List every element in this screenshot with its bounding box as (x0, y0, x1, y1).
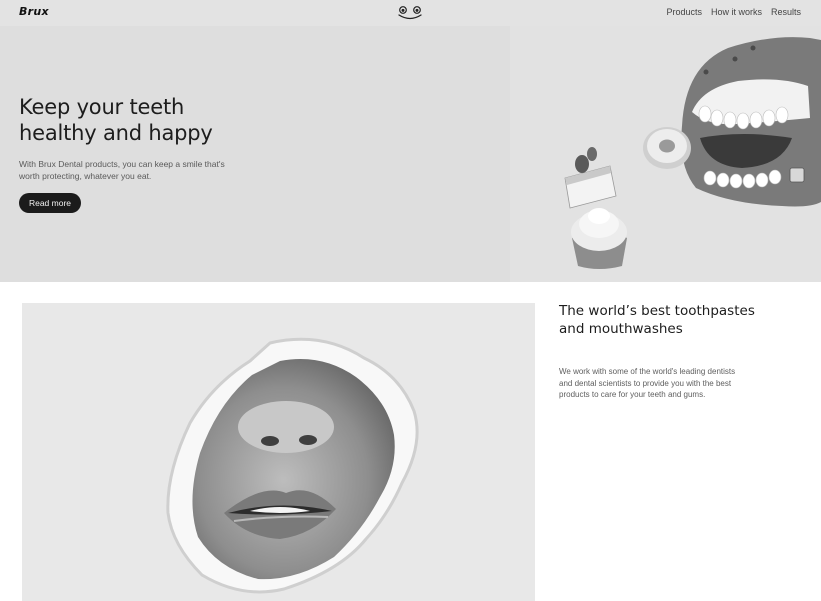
brand-logo[interactable]: Brux (19, 5, 49, 18)
read-more-button[interactable]: Read more (19, 193, 81, 213)
lips-through-torn-paper-photo (22, 303, 535, 601)
hero-image (510, 26, 821, 282)
feature-image (22, 303, 535, 601)
hero-subtitle: With Brux Dental products, you can keep … (19, 159, 225, 181)
top-navigation: Brux Products How it works Results (0, 0, 821, 26)
feature-title: The world’s best toothpastes and mouthwa… (559, 303, 755, 337)
hero-section: Brux Products How it works Results Keep … (0, 0, 821, 282)
nav-links: Products How it works Results (666, 7, 801, 17)
hero-title: Keep your teeth healthy and happy (19, 95, 213, 145)
feature-description: We work with some of the world's leading… (559, 367, 736, 400)
nav-link-results[interactable]: Results (771, 7, 801, 17)
smiley-face-icon[interactable] (396, 3, 424, 21)
nav-link-products[interactable]: Products (666, 7, 702, 17)
nav-link-how-it-works[interactable]: How it works (711, 7, 762, 17)
